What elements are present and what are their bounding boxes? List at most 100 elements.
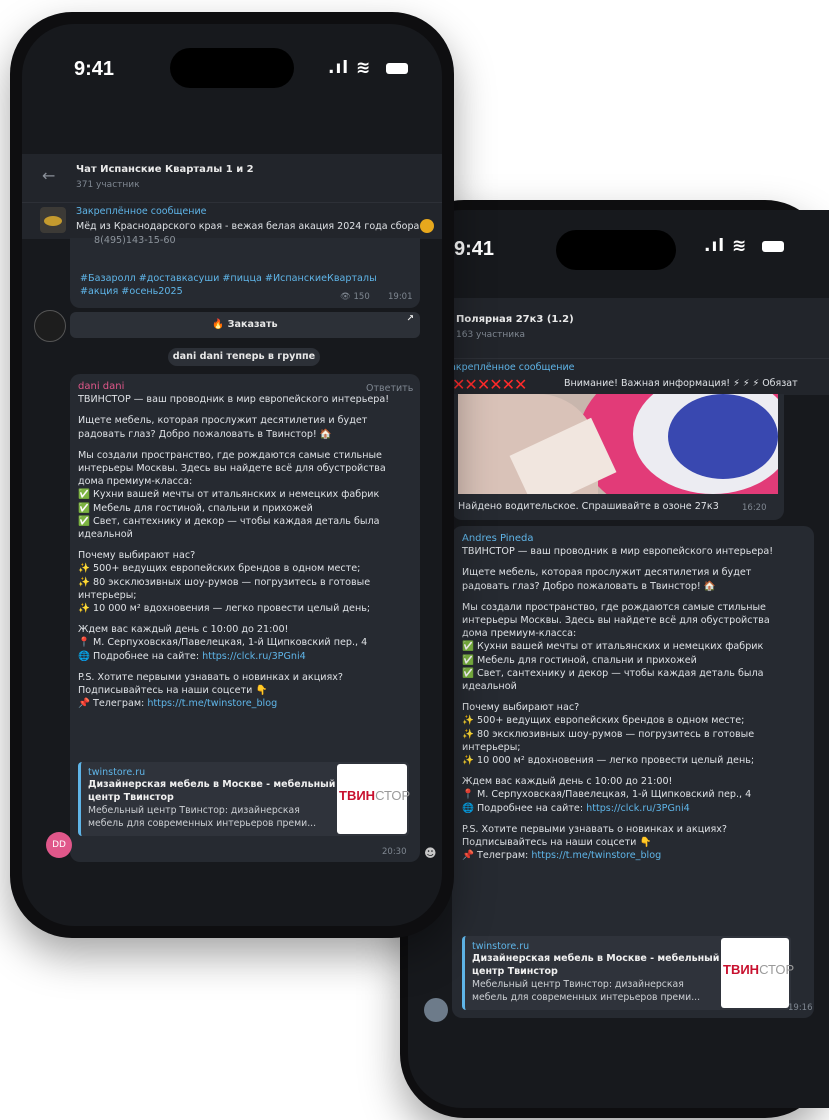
status-time: 9:41	[454, 238, 495, 260]
pinned-red-marks: ✕✕✕✕✕✕	[452, 375, 527, 394]
preview-description: Мебельный центр Твинстор: дизайнерская ме…	[88, 805, 317, 829]
message-line: 80 эксклюзивных шоу-румов — погрузитесь …	[477, 728, 755, 740]
pinned-message-bar[interactable]: Закреплённое сообщение Мёд из Краснодарс…	[22, 202, 442, 239]
message-line: Телеграм:	[477, 850, 532, 862]
message-line: Подписывайтесь на наши соцсети 👇	[78, 685, 268, 697]
message-line: P.S. Хотите первыми узнавать о новинках …	[78, 671, 343, 683]
message-line: радовать глаз? Добро пожаловать в Твинст…	[462, 580, 716, 592]
photo-message[interactable]: Найдено водительское. Спрашивайте в озон…	[452, 394, 784, 520]
telegram-link[interactable]: https://t.me/twinstore_blog	[147, 698, 277, 709]
message-bubble[interactable]: dani dani ТВИНСТОР — ваш проводник в мир…	[70, 374, 420, 862]
avatar[interactable]: DD	[46, 832, 72, 858]
message-line: радовать глаз? Добро пожаловать в Твинст…	[78, 428, 332, 440]
previous-message[interactable]: 8(495)143-15-60 #Базаролл #доставкасуши …	[70, 235, 420, 308]
message-bubble[interactable]: Andres Pineda ТВИНСТОР — ваш проводник в…	[452, 526, 814, 1018]
signal-wifi-icon: .ıl ≋	[328, 58, 372, 78]
message-line: Подписывайтесь на наши соцсети 👇	[462, 837, 652, 849]
avatar[interactable]	[424, 998, 448, 1022]
message-line: Кухни вашей мечты от итальянских и немец…	[477, 641, 764, 653]
pinned-label: Закреплённое сообщение	[444, 362, 575, 373]
message-line: ТВИНСТОР — ваш проводник в мир европейск…	[462, 546, 774, 558]
chat-subtitle: 163 участника	[456, 330, 526, 340]
chat-header: Полярная 27к3 (1.2) 163 участника	[408, 298, 829, 358]
avatar[interactable]	[34, 310, 66, 342]
message-line: идеальной	[462, 681, 517, 693]
battery-icon	[762, 241, 784, 252]
message-line: 500+ ведущих европейских брендов в одном…	[93, 563, 361, 575]
phone-left-screen: 9:41 .ıl ≋ ← Чат Испанские Кварталы 1 и …	[22, 24, 442, 926]
phone-fragment: 8(495)143-15-60	[94, 235, 176, 246]
message-line: дома премиум-класса:	[78, 476, 193, 488]
checkbox-icon: ✅	[462, 654, 474, 666]
site-link[interactable]: https://clck.ru/3PGni4	[586, 803, 690, 814]
location-pin-icon: 📍	[462, 789, 474, 801]
fire-icon: 🔥	[212, 319, 225, 330]
sparkles-icon: ✨	[78, 603, 90, 615]
photo-caption: Найдено водительское. Спрашивайте в озон…	[458, 501, 719, 512]
message-line: Свет, сантехнику и декор — чтобы каждая …	[477, 667, 764, 679]
chat-title[interactable]: Полярная 27к3 (1.2)	[456, 314, 574, 325]
phone-right-screen: 9:41 .ıl ≋ Полярная 27к3 (1.2) 163 участ…	[408, 210, 829, 1108]
hashtags[interactable]: #Базаролл #доставкасуши #пицца #Испански…	[80, 272, 377, 298]
message-line: Подробнее на сайте:	[93, 650, 203, 662]
reply-button[interactable]: Ответить	[366, 382, 413, 395]
preview-logo: ТВИНСТОР	[337, 764, 410, 834]
telegram-link[interactable]: https://t.me/twinstore_blog	[531, 850, 661, 861]
pinned-text: Внимание! Важная информация! ⚡ ⚡ ⚡ Обяза…	[564, 378, 798, 389]
message-line: Почему выбирают нас?	[462, 702, 580, 714]
message-line: Почему выбирают нас?	[78, 550, 196, 562]
sparkles-icon: ✨	[462, 755, 474, 767]
message-line: Мебель для гостиной, спальни и прихожей	[477, 654, 697, 666]
views-count: 👁 150	[340, 292, 370, 302]
sparkles-icon: ✨	[78, 576, 90, 588]
message-line: идеальной	[78, 529, 133, 541]
message-line: Мы создали пространство, где рождаются с…	[462, 601, 766, 613]
sticker-icon: ☻	[424, 846, 437, 860]
checkbox-icon: ✅	[78, 502, 90, 514]
checkbox-icon: ✅	[78, 489, 90, 501]
sparkles-icon: ✨	[78, 563, 90, 575]
telegram-icon: 📌	[462, 850, 474, 862]
battery-icon	[386, 63, 408, 74]
external-link-icon: ↗	[406, 314, 414, 324]
preview-description: Мебельный центр Твинстор: дизайнерская ме…	[472, 979, 701, 1003]
photo-time: 16:20	[742, 503, 767, 513]
message-line: Кухни вашей мечты от итальянских и немец…	[93, 489, 380, 501]
chat-title[interactable]: Чат Испанские Кварталы 1 и 2	[76, 164, 254, 175]
message-line: Ждем вас каждый день с 10:00 до 21:00!	[78, 624, 289, 636]
preview-title: Дизайнерская мебель в Москве - мебельный…	[472, 953, 720, 977]
link-preview[interactable]: twinstore.ru Дизайнерская мебель в Москв…	[78, 762, 410, 836]
message-author[interactable]: Andres Pineda	[462, 532, 812, 545]
preview-logo: ТВИНСТОР	[721, 938, 794, 1008]
dynamic-island	[556, 230, 676, 270]
preview-title: Дизайнерская мебель в Москве - мебельный…	[88, 779, 336, 803]
message-line: 80 эксклюзивных шоу-румов — погрузитесь …	[93, 576, 371, 588]
service-message: dani dani теперь в группе	[168, 348, 320, 366]
message-line: Ищете мебель, которая прослужит десятиле…	[78, 415, 368, 427]
chat-header: ← Чат Испанские Кварталы 1 и 2 371 участ…	[22, 154, 442, 202]
message-line: М. Серпуховская/Павелецкая, 1-й Щипковск…	[477, 789, 752, 801]
order-button[interactable]: 🔥 Заказать ↗	[70, 312, 420, 338]
message-line: P.S. Хотите первыми узнавать о новинках …	[462, 823, 727, 835]
pinned-message-bar[interactable]: Закреплённое сообщение ✕✕✕✕✕✕ Внимание! …	[408, 358, 829, 395]
back-arrow-icon[interactable]: ←	[42, 166, 55, 185]
sparkles-icon: ✨	[462, 728, 474, 740]
message-line: 10 000 м² вдохновения — легко провести ц…	[477, 755, 755, 767]
checkbox-icon: ✅	[78, 515, 90, 527]
message-line: Мебель для гостиной, спальни и прихожей	[93, 502, 313, 514]
message-line: Ждем вас каждый день с 10:00 до 21:00!	[462, 776, 673, 788]
message-line: дома премиум-класса:	[462, 628, 577, 640]
preview-site: twinstore.ru	[88, 767, 146, 778]
phone-left: 9:41 .ıl ≋ ← Чат Испанские Кварталы 1 и …	[10, 12, 454, 938]
preview-site: twinstore.ru	[472, 941, 530, 952]
message-line: Мы создали пространство, где рождаются с…	[78, 449, 382, 461]
message-line: интерьеры Москвы. Здесь вы найдете всё д…	[462, 615, 770, 627]
link-preview[interactable]: twinstore.ru Дизайнерская мебель в Москв…	[462, 936, 794, 1010]
globe-icon: 🌐	[78, 650, 90, 662]
site-link[interactable]: https://clck.ru/3PGni4	[202, 651, 306, 662]
signal-wifi-icon: .ıl ≋	[704, 236, 748, 256]
honey-jar-icon	[420, 219, 434, 233]
message-photo[interactable]	[458, 394, 778, 494]
telegram-icon: 📌	[78, 698, 90, 710]
status-time: 9:41	[74, 58, 115, 80]
